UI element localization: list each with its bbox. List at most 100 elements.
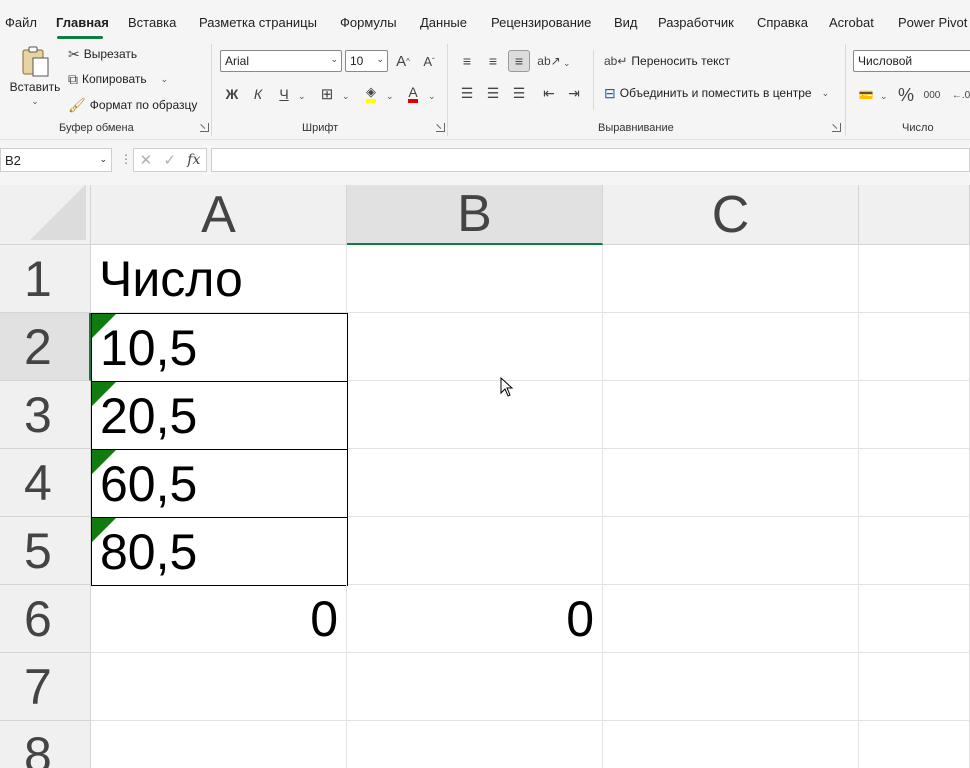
cell-c7[interactable] bbox=[603, 653, 859, 721]
cell-b5[interactable] bbox=[348, 517, 603, 585]
decrease-indent-button[interactable]: ⇤ bbox=[538, 82, 560, 104]
tab-power-pivot[interactable]: Power Pivot bbox=[898, 15, 967, 30]
cell-d3[interactable] bbox=[859, 381, 970, 449]
error-indicator-icon[interactable] bbox=[92, 518, 116, 542]
percent-button[interactable]: % bbox=[895, 84, 917, 106]
font-size-select[interactable]: 10 ⌄ bbox=[345, 50, 388, 72]
error-indicator-icon[interactable] bbox=[92, 382, 116, 406]
font-color-button[interactable]: A bbox=[402, 83, 424, 105]
cell-d4[interactable] bbox=[859, 449, 970, 517]
column-header-b[interactable]: B bbox=[347, 185, 603, 245]
cell-c4[interactable] bbox=[603, 449, 859, 517]
tab-review[interactable]: Рецензирование bbox=[491, 15, 591, 30]
enter-check-icon[interactable]: ✓ bbox=[163, 151, 176, 169]
cell-a3[interactable]: 20,5 bbox=[91, 381, 348, 450]
fill-color-button[interactable]: ◈ bbox=[360, 83, 382, 105]
cell-b2[interactable] bbox=[348, 313, 603, 381]
font-dialog-launcher[interactable] bbox=[436, 123, 445, 132]
paste-button[interactable]: Вставить ⌄ bbox=[6, 46, 64, 107]
row-header-3[interactable]: 3 bbox=[0, 381, 91, 449]
tab-home[interactable]: Главная bbox=[56, 15, 109, 30]
tab-view[interactable]: Вид bbox=[614, 15, 638, 30]
italic-button[interactable]: К bbox=[247, 83, 269, 105]
cell-a6[interactable]: 0 bbox=[91, 585, 347, 653]
bold-button[interactable]: Ж bbox=[221, 83, 243, 105]
row-header-8[interactable]: 8 bbox=[0, 721, 91, 768]
align-middle-button[interactable]: ≡ bbox=[482, 50, 504, 72]
tab-help[interactable]: Справка bbox=[757, 15, 808, 30]
wrap-text-button[interactable]: ab↵ Переносить текст bbox=[604, 54, 730, 68]
cell-c2[interactable] bbox=[603, 313, 859, 381]
row-header-6[interactable]: 6 bbox=[0, 585, 91, 653]
row-header-4[interactable]: 4 bbox=[0, 449, 91, 517]
cell-a2[interactable]: 10,5 bbox=[91, 313, 348, 382]
cell-a4[interactable]: 60,5 bbox=[91, 449, 348, 518]
align-top-button[interactable]: ≡ bbox=[456, 50, 478, 72]
column-header-c[interactable]: C bbox=[603, 185, 859, 245]
column-header-a[interactable]: A bbox=[91, 185, 347, 245]
font-name-select[interactable]: Arial ⌄ bbox=[220, 50, 342, 72]
cell-d1[interactable] bbox=[859, 245, 970, 313]
cell-c1[interactable] bbox=[603, 245, 859, 313]
cell-c6[interactable] bbox=[603, 585, 859, 653]
error-indicator-icon[interactable] bbox=[92, 314, 116, 338]
cell-b8[interactable] bbox=[347, 721, 603, 768]
row-header-7[interactable]: 7 bbox=[0, 653, 91, 721]
error-indicator-icon[interactable] bbox=[92, 450, 116, 474]
cell-a7[interactable] bbox=[91, 653, 347, 721]
increase-font-size-button[interactable]: A ^ bbox=[392, 50, 414, 72]
cell-b1[interactable] bbox=[347, 245, 603, 313]
row-header-2[interactable]: 2 bbox=[0, 313, 91, 381]
cell-c8[interactable] bbox=[603, 721, 859, 768]
cell-c3[interactable] bbox=[603, 381, 859, 449]
tab-developer[interactable]: Разработчик bbox=[658, 15, 734, 30]
decrease-font-size-button[interactable]: Aˇ bbox=[418, 50, 440, 72]
clipboard-dialog-launcher[interactable] bbox=[200, 123, 209, 132]
orientation-button[interactable]: ab↗ bbox=[537, 50, 560, 72]
insert-function-icon[interactable]: fx bbox=[187, 152, 200, 168]
cancel-icon[interactable]: ✕ bbox=[140, 151, 153, 169]
formula-bar-grip-icon[interactable]: ⋮ bbox=[120, 152, 132, 166]
select-all-button[interactable] bbox=[0, 185, 91, 245]
cell-b7[interactable] bbox=[347, 653, 603, 721]
cut-button[interactable]: ✂ Вырезать bbox=[68, 47, 137, 61]
merge-center-button[interactable]: ⊟ Объединить и поместить в центре ⌄ bbox=[604, 86, 829, 100]
cell-a8[interactable] bbox=[91, 721, 347, 768]
underline-button[interactable]: Ч bbox=[273, 83, 295, 105]
cell-a5[interactable]: 80,5 bbox=[91, 517, 348, 586]
formula-input[interactable] bbox=[211, 148, 970, 172]
alignment-dialog-launcher[interactable] bbox=[832, 123, 841, 132]
align-bottom-button[interactable]: ≡ bbox=[508, 50, 530, 72]
format-painter-button[interactable]: 🖌 Формат по образцу bbox=[68, 98, 197, 112]
column-header-d[interactable] bbox=[859, 185, 970, 245]
name-box[interactable]: B2 ⌄ bbox=[0, 148, 112, 172]
cell-d6[interactable] bbox=[859, 585, 970, 653]
accounting-format-button[interactable]: 💳 bbox=[855, 84, 877, 106]
tab-acrobat[interactable]: Acrobat bbox=[829, 15, 874, 30]
worksheet-grid[interactable]: A B C 1 2 3 4 5 6 7 8 Число 10,5 20,5 60… bbox=[0, 185, 970, 768]
tab-insert[interactable]: Вставка bbox=[128, 15, 176, 30]
row-header-5[interactable]: 5 bbox=[0, 517, 91, 585]
cell-b3[interactable] bbox=[348, 381, 603, 449]
increase-decimal-button[interactable]: ←.0 bbox=[950, 84, 970, 106]
cell-d7[interactable] bbox=[859, 653, 970, 721]
cell-d2[interactable] bbox=[859, 313, 970, 381]
number-format-select[interactable]: Числовой bbox=[853, 50, 970, 72]
increase-indent-button[interactable]: ⇥ bbox=[563, 82, 585, 104]
cell-b4[interactable] bbox=[348, 449, 603, 517]
tab-page-layout[interactable]: Разметка страницы bbox=[199, 15, 317, 30]
tab-data[interactable]: Данные bbox=[420, 15, 467, 30]
tab-file[interactable]: Файл bbox=[5, 15, 37, 30]
align-left-button[interactable]: ☰ bbox=[456, 82, 478, 104]
align-right-button[interactable]: ☰ bbox=[508, 82, 530, 104]
tab-formulas[interactable]: Формулы bbox=[340, 15, 397, 30]
row-header-1[interactable]: 1 bbox=[0, 245, 91, 313]
cell-d5[interactable] bbox=[859, 517, 970, 585]
cell-a1[interactable]: Число bbox=[91, 245, 347, 313]
copy-button[interactable]: ⧉ Копировать ⌄ bbox=[68, 72, 168, 86]
thousands-separator-button[interactable]: 000 bbox=[921, 84, 943, 106]
align-center-button[interactable]: ☰ bbox=[482, 82, 504, 104]
cell-b6[interactable]: 0 bbox=[347, 585, 603, 653]
borders-button[interactable]: ⊞ bbox=[316, 83, 338, 105]
cell-d8[interactable] bbox=[859, 721, 970, 768]
